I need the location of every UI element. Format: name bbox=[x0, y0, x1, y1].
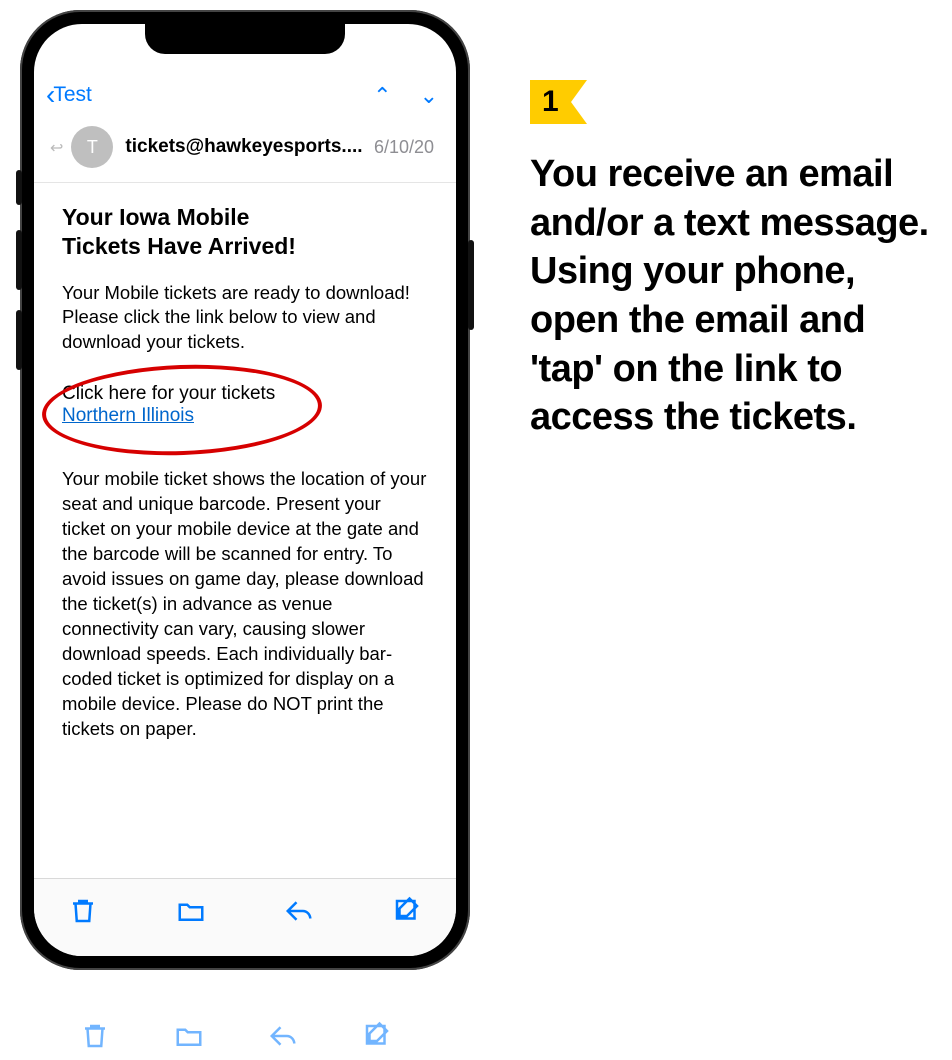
email-details: Your mobile ticket shows the location of… bbox=[62, 467, 428, 742]
ticket-link-block: Click here for your tickets Northern Ill… bbox=[62, 383, 428, 427]
reply-icon bbox=[268, 1021, 298, 1051]
folder-icon bbox=[174, 1021, 204, 1051]
mute-switch bbox=[16, 170, 22, 205]
mail-toolbar bbox=[34, 878, 456, 956]
volume-up-button bbox=[16, 230, 22, 290]
sender-row[interactable]: ↩ T tickets@hawkeyesports.... 6/10/20 bbox=[34, 126, 456, 183]
folder-icon[interactable] bbox=[176, 896, 206, 926]
next-message-button[interactable]: ⌄ bbox=[420, 83, 438, 109]
link-caption: Click here for your tickets bbox=[62, 383, 428, 405]
compose-icon bbox=[362, 1021, 392, 1051]
phone-mock-column: ‹ Test ⌃ ⌄ ↩ T tickets@hawkeyesports....… bbox=[0, 0, 500, 1024]
toolbar-ghost bbox=[46, 1012, 426, 1060]
reply-indicator-icon: ↩ bbox=[50, 138, 63, 158]
step-number: 1 bbox=[530, 80, 571, 124]
trash-icon bbox=[80, 1021, 110, 1051]
email-body: Your Iowa Mobile Tickets Have Arrived! Y… bbox=[34, 183, 456, 903]
sender-name: tickets@hawkeyesports.... bbox=[125, 136, 374, 158]
trash-icon[interactable] bbox=[68, 896, 98, 926]
phone-notch bbox=[145, 24, 345, 54]
phone-frame: ‹ Test ⌃ ⌄ ↩ T tickets@hawkeyesports....… bbox=[20, 10, 470, 970]
step-badge: 1 bbox=[530, 80, 571, 124]
email-intro: Your Mobile tickets are ready to downloa… bbox=[62, 281, 428, 356]
ticket-link[interactable]: Northern Illinois bbox=[62, 405, 194, 426]
step-instruction: You receive an email and/or a text messa… bbox=[530, 150, 932, 442]
email-subject: Your Iowa Mobile Tickets Have Arrived! bbox=[62, 203, 428, 261]
avatar: T bbox=[71, 126, 113, 168]
phone-screen: ‹ Test ⌃ ⌄ ↩ T tickets@hawkeyesports....… bbox=[34, 24, 456, 956]
instruction-column: 1 You receive an email and/or a text mes… bbox=[500, 0, 952, 1024]
power-button bbox=[468, 240, 474, 330]
email-date: 6/10/20 bbox=[374, 137, 434, 158]
volume-down-button bbox=[16, 310, 22, 370]
back-label: Test bbox=[53, 83, 92, 107]
compose-icon[interactable] bbox=[392, 896, 422, 926]
mail-nav-bar: ‹ Test ⌃ ⌄ bbox=[34, 58, 456, 120]
back-button[interactable]: ‹ Test bbox=[46, 81, 92, 109]
prev-message-button[interactable]: ⌃ bbox=[373, 83, 391, 109]
reply-icon[interactable] bbox=[284, 896, 314, 926]
